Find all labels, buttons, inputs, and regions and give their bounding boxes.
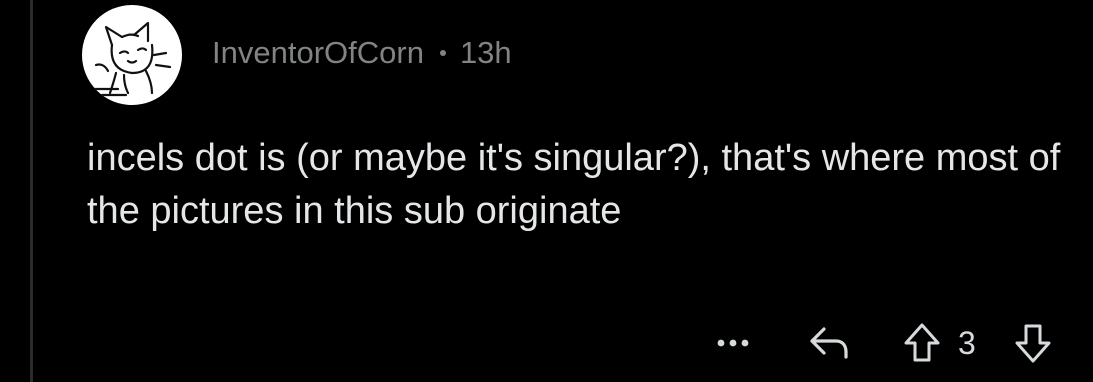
- upvote-arrow-icon: [904, 323, 940, 362]
- cat-doodle-avatar-icon: [92, 21, 172, 97]
- separator-dot: [439, 50, 446, 56]
- more-options-button[interactable]: [710, 318, 756, 368]
- more-dots-icon: [717, 339, 749, 347]
- comment-body: incels dot is (or maybe it's singular?),…: [87, 137, 1061, 232]
- vote-score: 3: [958, 325, 976, 361]
- upvote-button[interactable]: [898, 318, 946, 368]
- reply-arrow-icon: [810, 327, 848, 359]
- comment-age: 13h: [459, 35, 512, 70]
- comment-meta: InventorOfCorn 13h: [212, 33, 512, 73]
- downvote-button[interactable]: [1008, 318, 1058, 368]
- reply-button[interactable]: [804, 318, 854, 368]
- comment-actions: 3: [0, 318, 1093, 368]
- user-avatar[interactable]: [82, 5, 182, 105]
- downvote-arrow-icon: [1015, 324, 1051, 363]
- username-link[interactable]: InventorOfCorn: [212, 35, 424, 71]
